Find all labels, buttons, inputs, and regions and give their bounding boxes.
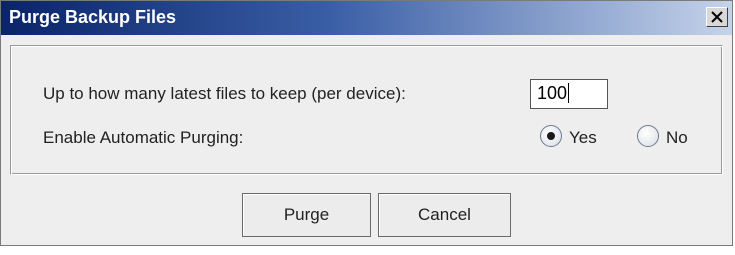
cancel-button[interactable]: Cancel — [378, 193, 511, 237]
dialog-title: Purge Backup Files — [9, 7, 177, 27]
title-bar[interactable]: Purge Backup Files — [1, 1, 732, 35]
keep-files-label: Up to how many latest files to keep (per… — [43, 84, 406, 103]
close-button[interactable] — [706, 7, 728, 27]
text-caret — [568, 83, 570, 103]
auto-purge-label: Enable Automatic Purging: — [43, 128, 244, 147]
auto-purge-yes-radio[interactable] — [540, 125, 562, 147]
radio-selected-dot — [547, 132, 555, 140]
close-icon — [711, 11, 723, 23]
purge-button[interactable]: Purge — [242, 193, 371, 237]
no-label[interactable]: No — [666, 128, 688, 148]
settings-panel: Up to how many latest files to keep (per… — [10, 45, 723, 175]
keep-files-input[interactable]: 100 — [530, 79, 608, 109]
purge-backup-dialog: Purge Backup Files Up to how many latest… — [0, 0, 733, 246]
yes-label[interactable]: Yes — [569, 128, 597, 148]
auto-purge-no-radio[interactable] — [637, 125, 659, 147]
keep-files-value: 100 — [537, 83, 568, 103]
